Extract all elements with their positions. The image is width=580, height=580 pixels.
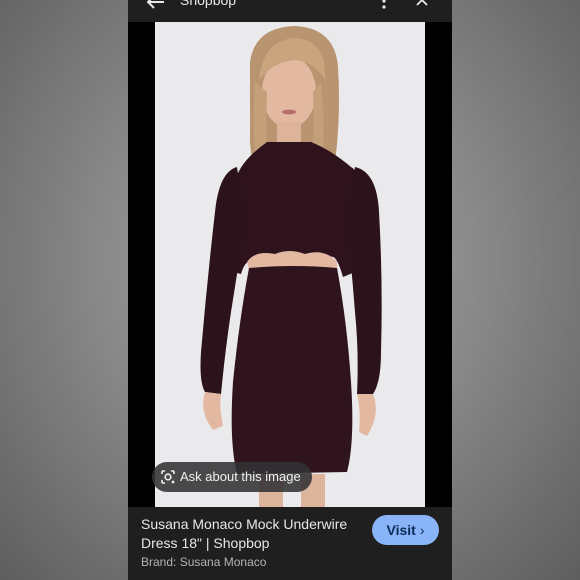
- ask-about-image-label: Ask about this image: [180, 469, 301, 484]
- brand-label: Brand: Susana Monaco: [141, 555, 267, 569]
- ask-about-image-button[interactable]: Ask about this image: [152, 462, 312, 492]
- result-info: Susana Monaco Mock Underwire Dress 18" |…: [128, 507, 452, 580]
- visit-label: Visit: [386, 522, 416, 538]
- image-viewer-panel: Shopbop Ask about this image Susana Mona…: [128, 0, 452, 580]
- image-area: Ask about this image: [128, 22, 452, 507]
- close-icon[interactable]: [415, 0, 429, 7]
- product-image[interactable]: [155, 22, 425, 507]
- chevron-right-icon: ›: [419, 522, 425, 538]
- top-bar: Shopbop: [128, 0, 452, 22]
- google-lens-icon: [161, 470, 175, 484]
- visit-button[interactable]: Visit ›: [372, 515, 439, 545]
- product-title[interactable]: Susana Monaco Mock Underwire Dress 18" |…: [141, 515, 366, 553]
- more-vertical-icon[interactable]: [378, 0, 390, 9]
- arrow-back-icon[interactable]: [146, 0, 166, 10]
- source-title: Shopbop: [180, 0, 237, 8]
